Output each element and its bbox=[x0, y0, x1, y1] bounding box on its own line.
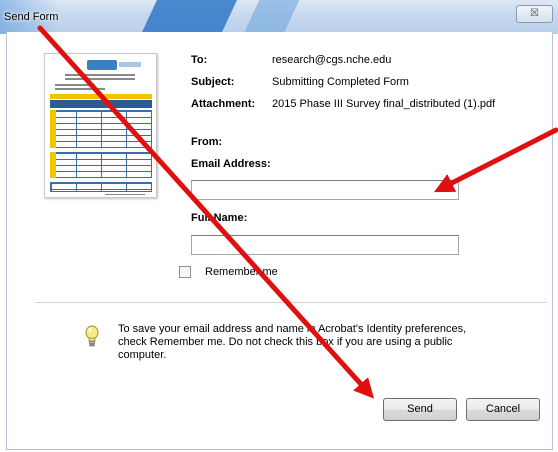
window-title: Send Form bbox=[4, 11, 59, 23]
dialog-body: To: research@cgs.nche.edu Subject: Submi… bbox=[6, 32, 553, 450]
full-name-label: Full Name: bbox=[191, 212, 248, 224]
attachment-thumbnail bbox=[44, 53, 157, 198]
from-label: From: bbox=[191, 136, 223, 148]
subject-label: Subject: bbox=[191, 76, 235, 88]
email-field[interactable] bbox=[191, 180, 459, 200]
full-name-field[interactable] bbox=[191, 235, 459, 255]
remember-me-checkbox[interactable] bbox=[179, 266, 191, 278]
to-label: To: bbox=[191, 54, 208, 66]
titlebar-glow bbox=[133, 0, 247, 34]
close-button[interactable]: ☒ bbox=[516, 5, 553, 23]
divider bbox=[35, 302, 547, 303]
remember-me-label[interactable]: Remember me bbox=[205, 266, 278, 278]
title-bar: Send Form ☒ bbox=[0, 0, 558, 34]
thumbnail-logo bbox=[87, 60, 117, 70]
to-value: research@cgs.nche.edu bbox=[272, 54, 392, 66]
send-button[interactable]: Send bbox=[383, 398, 457, 421]
lightbulb-icon bbox=[85, 325, 99, 347]
cancel-button[interactable]: Cancel bbox=[466, 398, 540, 421]
subject-value: Submitting Completed Form bbox=[272, 76, 409, 88]
attachment-value: 2015 Phase III Survey final_distributed … bbox=[272, 98, 496, 110]
identity-tip-text: To save your email address and name in A… bbox=[118, 323, 467, 361]
email-label: Email Address: bbox=[191, 158, 271, 170]
attachment-label: Attachment: bbox=[191, 98, 256, 110]
close-icon: ☒ bbox=[530, 8, 539, 19]
titlebar-glow bbox=[236, 0, 304, 34]
